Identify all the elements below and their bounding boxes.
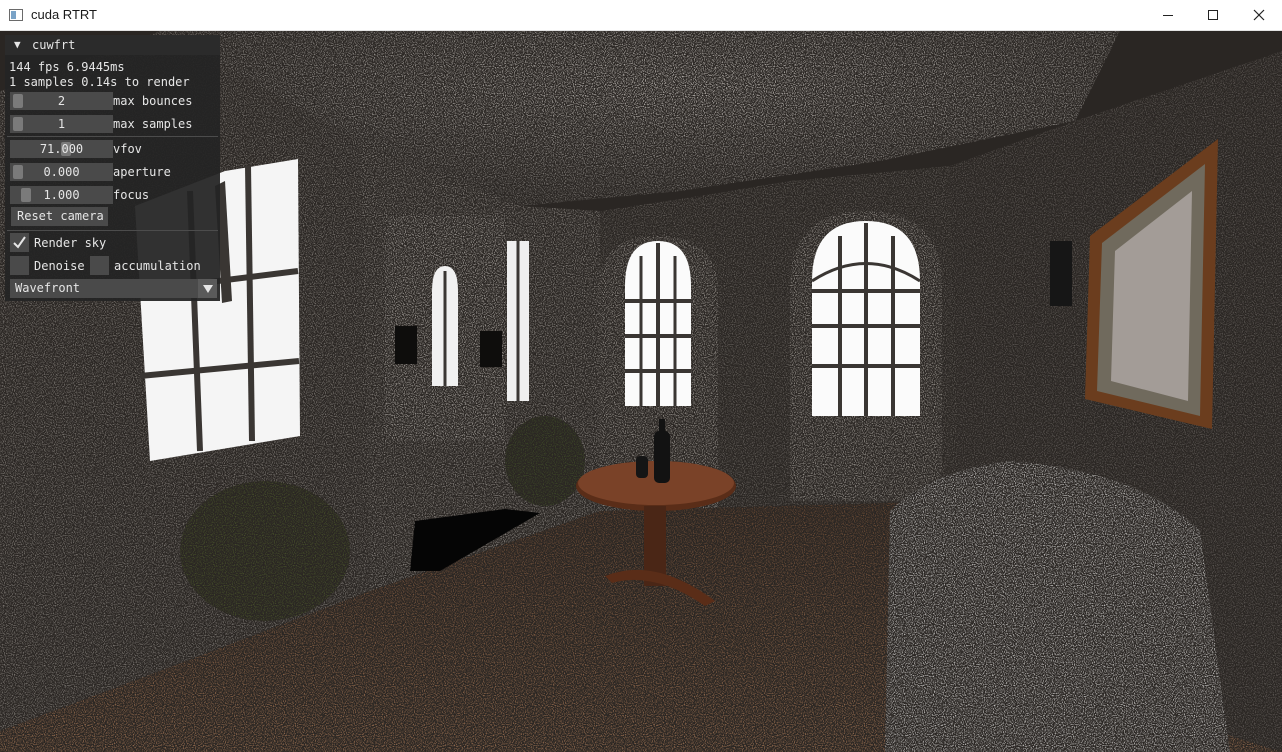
max-bounces-slider[interactable]: 2 <box>10 92 113 110</box>
separator <box>7 136 218 137</box>
aperture-slider[interactable]: 0.000 <box>10 163 113 181</box>
collapse-arrow-icon[interactable]: ▼ <box>14 38 21 51</box>
focus-slider[interactable]: 1.000 <box>10 186 113 204</box>
max-bounces-label: max bounces <box>113 94 193 108</box>
right-window <box>811 221 921 416</box>
render-sky-label: Render sky <box>34 236 107 250</box>
close-icon <box>1253 9 1265 21</box>
reset-camera-label: Reset camera <box>17 209 104 223</box>
max-samples-label: max samples <box>113 117 193 131</box>
renderer-select[interactable]: Wavefront <box>10 279 217 298</box>
slider-value: 71.000 <box>39 142 84 156</box>
app-icon <box>9 9 23 21</box>
vfov-label: vfov <box>113 142 142 156</box>
minimize-icon <box>1163 15 1173 16</box>
separator <box>7 230 218 231</box>
denoise-label: Denoise <box>34 259 85 273</box>
maximize-icon <box>1208 10 1218 20</box>
close-button[interactable] <box>1236 0 1282 30</box>
minimize-button[interactable] <box>1145 0 1191 30</box>
focus-label: focus <box>113 188 150 202</box>
slider-value: 0.000 <box>43 165 80 179</box>
panel-title: cuwfrt <box>32 38 76 52</box>
max-samples-slider[interactable]: 1 <box>10 115 113 133</box>
settings-panel: ▼ cuwfrt 144 fps 6.9445ms 1 samples 0.14… <box>5 35 220 301</box>
slider-value: 1 <box>57 117 66 131</box>
samples-stat: 1 samples 0.14s to render <box>9 75 190 89</box>
accumulation-checkbox[interactable] <box>90 256 109 275</box>
checkmark-icon <box>13 236 26 249</box>
render-sky-checkbox[interactable] <box>10 233 29 252</box>
maximize-button[interactable] <box>1190 0 1236 30</box>
panel-header[interactable]: ▼ cuwfrt <box>5 35 220 55</box>
window-title: cuda RTRT <box>31 7 97 22</box>
slider-value: 2 <box>57 94 66 108</box>
denoise-checkbox[interactable] <box>10 256 29 275</box>
aperture-label: aperture <box>113 165 171 179</box>
dropdown-arrow-icon[interactable] <box>198 279 217 298</box>
renderer-select-value: Wavefront <box>15 281 81 295</box>
accumulation-label: accumulation <box>114 259 201 273</box>
window-title-bar: cuda RTRT <box>0 0 1282 31</box>
reset-camera-button[interactable]: Reset camera <box>11 207 108 226</box>
center-window <box>625 241 691 406</box>
vfov-slider[interactable]: 71.000 <box>10 140 113 158</box>
slider-value: 1.000 <box>43 188 80 202</box>
fps-stat: 144 fps 6.9445ms <box>9 60 125 74</box>
